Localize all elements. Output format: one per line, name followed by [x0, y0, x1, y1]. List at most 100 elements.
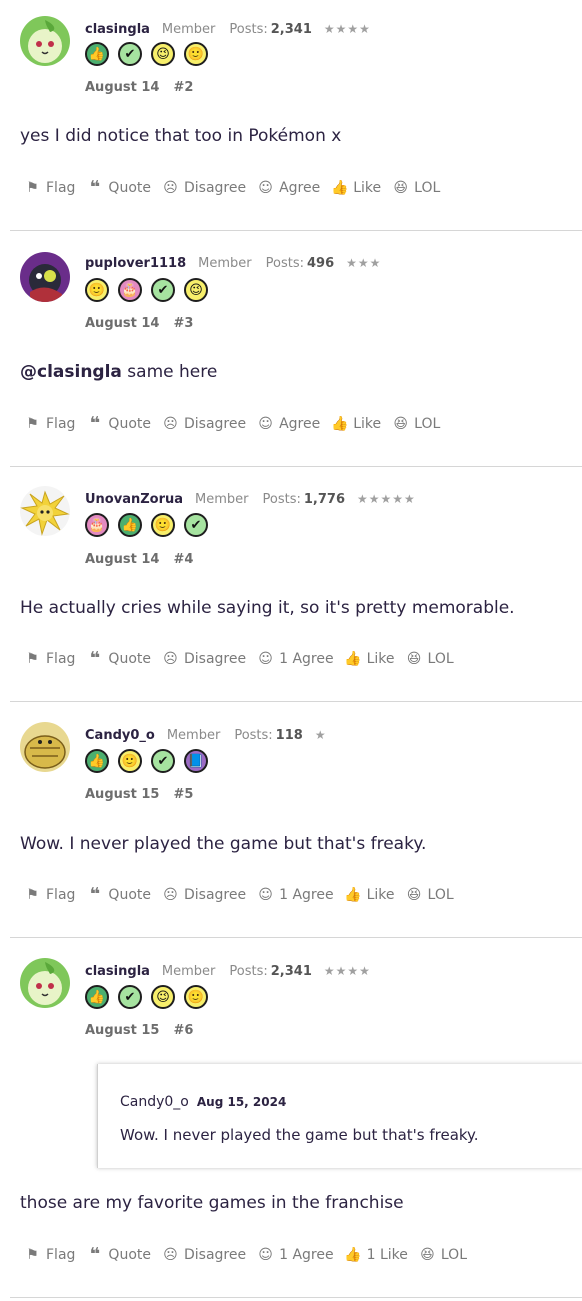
lol-button[interactable]: 😆 LOL: [406, 886, 454, 903]
user-role: Member: [195, 492, 249, 507]
check-badge-icon[interactable]: ✔: [151, 749, 175, 773]
post-number[interactable]: #5: [173, 787, 193, 802]
post-meta: UnovanZorua Member Posts: 1,776 ★★★★★: [85, 492, 416, 507]
flag-button[interactable]: ⚑ Flag: [24, 1246, 75, 1263]
user-mention[interactable]: @clasingla: [20, 362, 122, 382]
post-date[interactable]: August 15: [85, 1023, 159, 1038]
badge-list: 👍 ✔ 😉 🙂: [85, 985, 208, 1009]
agree-button[interactable]: ☺ 1 Agree: [257, 886, 333, 903]
post-divider: [10, 937, 582, 938]
post-number[interactable]: #6: [173, 1023, 193, 1038]
smile-badge-icon[interactable]: 🙂: [118, 749, 142, 773]
flag-button[interactable]: ⚑ Flag: [24, 650, 75, 667]
thumbs-up-badge-icon[interactable]: 👍: [85, 749, 109, 773]
smile-icon: ☺: [258, 650, 273, 667]
quote-date[interactable]: Aug 15, 2024: [197, 1095, 286, 1109]
agree-button[interactable]: ☺ Agree: [257, 415, 320, 432]
lol-label: LOL: [414, 179, 441, 196]
lol-button[interactable]: 😆 LOL: [419, 1246, 467, 1263]
quote-button[interactable]: ❝ Quote: [86, 413, 151, 434]
agree-button[interactable]: ☺ 1 Agree: [257, 1246, 333, 1263]
avatar[interactable]: [20, 486, 70, 536]
rank-stars: ★★★★: [323, 964, 371, 978]
disagree-button[interactable]: ☹ Disagree: [162, 886, 246, 903]
like-button[interactable]: 👍 Like: [331, 179, 381, 196]
post-date[interactable]: August 15: [85, 787, 159, 802]
avatar[interactable]: [20, 252, 70, 302]
check-badge-icon[interactable]: ✔: [118, 985, 142, 1009]
like-button[interactable]: 👍 1 Like: [344, 1246, 408, 1263]
quote-header: Candy0_o Aug 15, 2024: [120, 1094, 286, 1110]
post-number[interactable]: #3: [173, 316, 193, 331]
avatar[interactable]: [20, 16, 70, 66]
quote-button[interactable]: ❝ Quote: [86, 884, 151, 905]
username[interactable]: clasingla: [85, 964, 150, 979]
check-badge-icon[interactable]: ✔: [151, 278, 175, 302]
post-body: yes I did notice that too in Pokémon x: [20, 126, 342, 146]
username[interactable]: clasingla: [85, 22, 150, 37]
quote-button[interactable]: ❝ Quote: [86, 648, 151, 669]
lol-button[interactable]: 😆 LOL: [392, 415, 440, 432]
wink-badge-icon[interactable]: 😉: [151, 985, 175, 1009]
flag-button[interactable]: ⚑ Flag: [24, 886, 75, 903]
cake-badge-icon[interactable]: 🎂: [85, 513, 109, 537]
username[interactable]: puplover1118: [85, 256, 186, 271]
post-date-line: August 15 #6: [85, 1023, 193, 1038]
quote-icon: ❝: [89, 648, 101, 669]
agree-button[interactable]: ☺ 1 Agree: [257, 650, 334, 667]
post-date[interactable]: August 14: [85, 316, 159, 331]
quote-button[interactable]: ❝ Quote: [86, 177, 151, 198]
quote-label: Quote: [108, 179, 151, 196]
like-button[interactable]: 👍 Like: [344, 650, 395, 667]
smile-badge-icon[interactable]: 🙂: [151, 513, 175, 537]
smile-icon: ☺: [258, 886, 273, 903]
flag-button[interactable]: ⚑ Flag: [24, 415, 75, 432]
quote-icon: ❝: [89, 1244, 101, 1265]
lol-button[interactable]: 😆 LOL: [406, 650, 454, 667]
like-label: 1 Like: [366, 1246, 408, 1263]
post-number[interactable]: #2: [173, 80, 193, 95]
book-badge-icon[interactable]: 📘: [184, 749, 208, 773]
quote-label: Quote: [108, 1246, 151, 1263]
smile-badge-icon[interactable]: 🙂: [85, 278, 109, 302]
agree-label: 1 Agree: [279, 650, 334, 667]
disagree-button[interactable]: ☹ Disagree: [162, 179, 246, 196]
posts-label: Posts:: [262, 492, 301, 507]
smile-icon: ☺: [258, 179, 273, 196]
lol-button[interactable]: 😆 LOL: [392, 179, 440, 196]
smile-badge-icon[interactable]: 🙂: [184, 42, 208, 66]
agree-label: Agree: [279, 415, 321, 432]
like-button[interactable]: 👍 Like: [331, 415, 381, 432]
username[interactable]: Candy0_o: [85, 728, 155, 743]
post-date[interactable]: August 14: [85, 552, 159, 567]
smile-badge-icon[interactable]: 🙂: [184, 985, 208, 1009]
quote-author[interactable]: Candy0_o: [120, 1094, 189, 1110]
quoted-post[interactable]: Candy0_o Aug 15, 2024 Wow. I never played…: [97, 1064, 582, 1168]
flag-button[interactable]: ⚑ Flag: [24, 179, 75, 196]
post-actions: ⚑ Flag ❝ Quote ☹ Disagree ☺ 1 Agree 👍 Like 😆 L…: [24, 648, 465, 669]
quote-button[interactable]: ❝ Quote: [86, 1244, 151, 1265]
like-label: Like: [366, 650, 395, 667]
wink-badge-icon[interactable]: 😉: [151, 42, 175, 66]
post-date[interactable]: August 14: [85, 80, 159, 95]
disagree-button[interactable]: ☹ Disagree: [162, 415, 246, 432]
post-meta: clasingla Member Posts: 2,341 ★★★★: [85, 22, 371, 37]
thumbs-up-badge-icon[interactable]: 👍: [85, 985, 109, 1009]
disagree-button[interactable]: ☹ Disagree: [162, 1246, 246, 1263]
post-number[interactable]: #4: [173, 552, 193, 567]
thumbs-up-badge-icon[interactable]: 👍: [118, 513, 142, 537]
username[interactable]: UnovanZorua: [85, 492, 183, 507]
wink-badge-icon[interactable]: 😉: [184, 278, 208, 302]
check-badge-icon[interactable]: ✔: [118, 42, 142, 66]
thumbs-up-badge-icon[interactable]: 👍: [85, 42, 109, 66]
check-badge-icon[interactable]: ✔: [184, 513, 208, 537]
cake-badge-icon[interactable]: 🎂: [118, 278, 142, 302]
avatar[interactable]: [20, 722, 70, 772]
thumbs-up-icon: 👍: [344, 886, 362, 903]
disagree-button[interactable]: ☹ Disagree: [162, 650, 246, 667]
like-button[interactable]: 👍 Like: [344, 886, 394, 903]
avatar[interactable]: [20, 958, 70, 1008]
agree-button[interactable]: ☺ Agree: [257, 179, 320, 196]
disagree-label: Disagree: [183, 886, 247, 903]
thumbs-up-icon: 👍: [344, 1246, 362, 1263]
